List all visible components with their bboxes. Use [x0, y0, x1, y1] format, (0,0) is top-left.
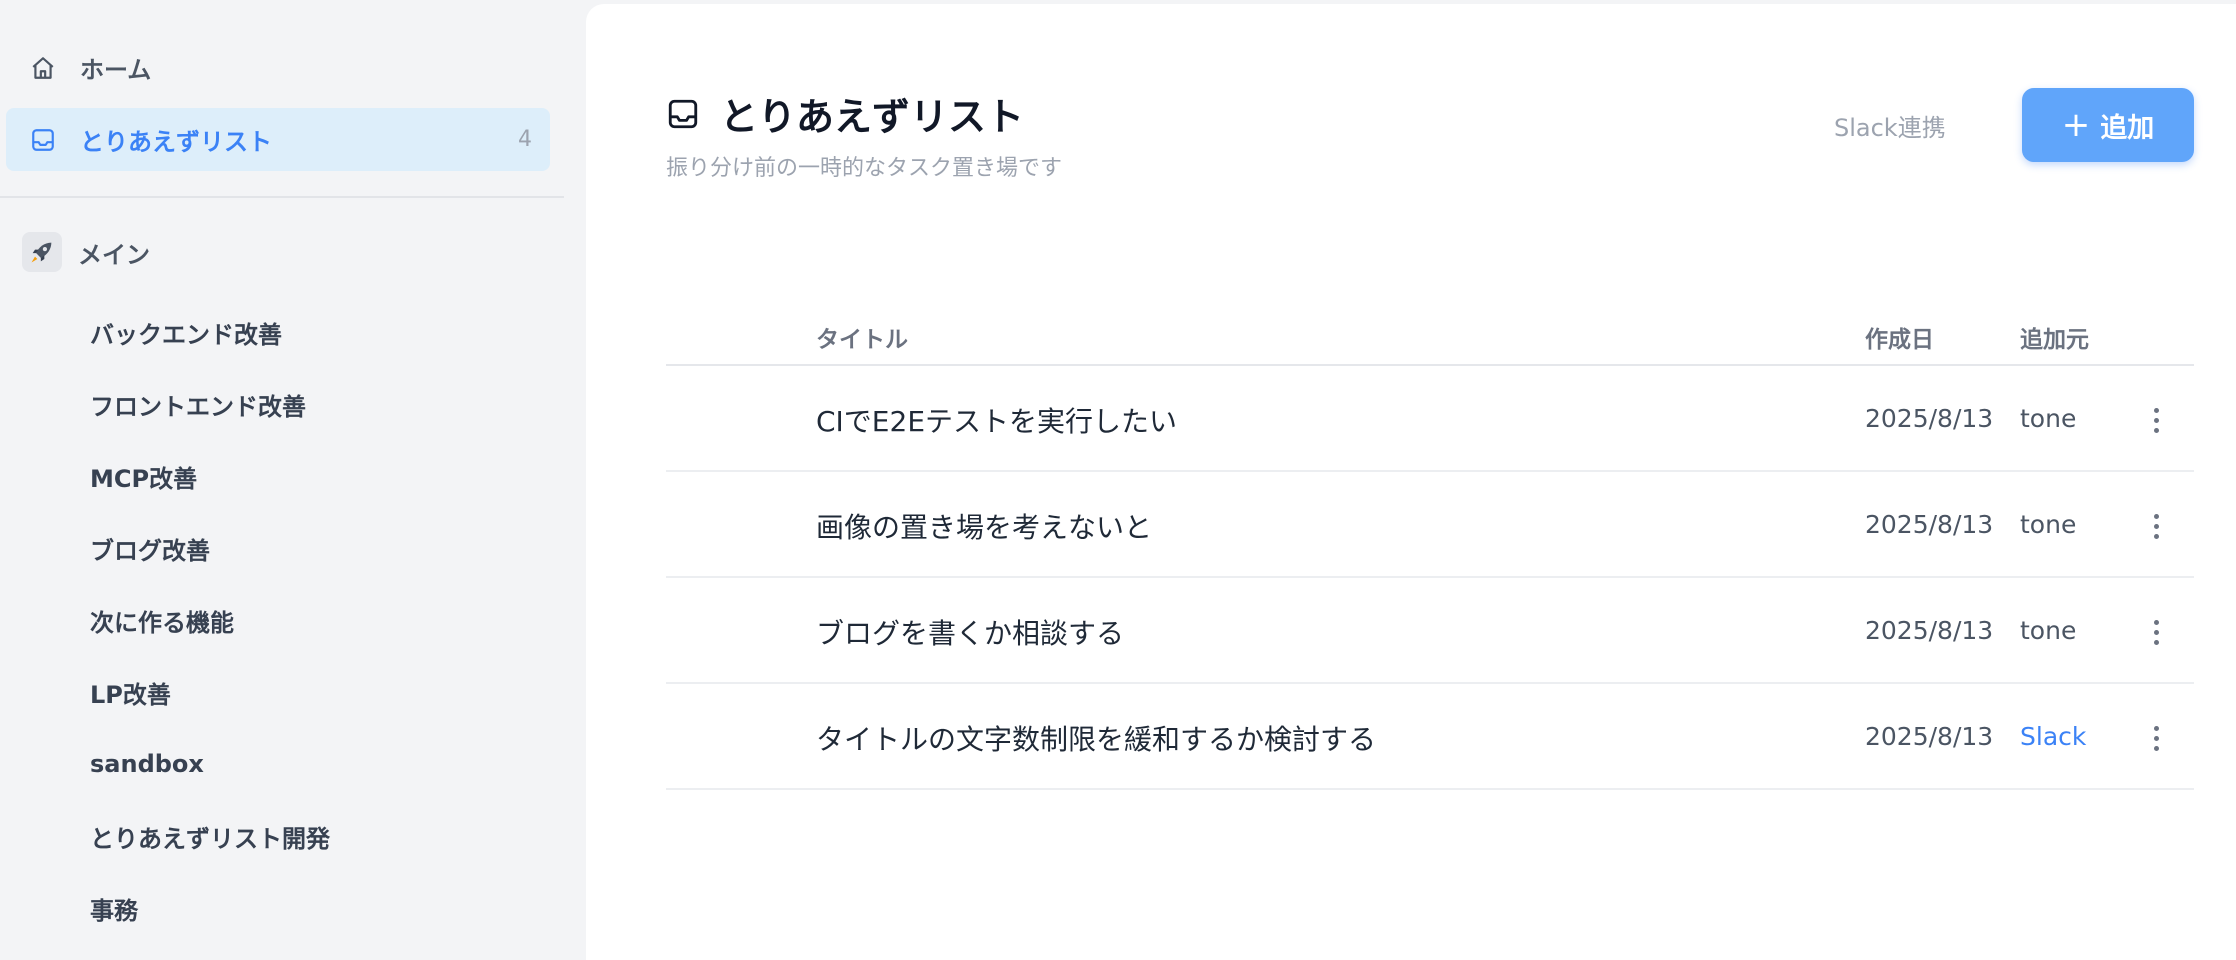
page-subtitle: 振り分け前の一時的なタスク置き場です: [666, 156, 1063, 181]
project-item[interactable]: 次に作る機能: [90, 584, 330, 656]
project-name: メイン: [78, 240, 150, 269]
main-panel: とりあえずリスト 振り分け前の一時的なタスク置き場です Slack連携 + 追加…: [586, 4, 2236, 960]
home-icon: [28, 53, 58, 83]
sidebar-item-inbox[interactable]: とりあえずリスト 4: [6, 108, 550, 171]
task-source-link[interactable]: Slack: [2020, 722, 2086, 751]
project-list: バックエンド改善 フロントエンド改善 MCP改善 ブログ改善 次に作る機能 LP…: [90, 296, 330, 944]
task-source: tone: [2020, 616, 2077, 645]
sidebar-item-label: とりあえずリスト: [80, 128, 272, 156]
project-item[interactable]: とりあえずリスト開発: [90, 800, 330, 872]
column-header-date: 作成日: [1865, 327, 1934, 353]
task-date: 2025/8/13: [1865, 404, 1994, 433]
task-source: tone: [2020, 404, 2077, 433]
more-menu-icon[interactable]: [2141, 718, 2171, 758]
task-title[interactable]: ブログを書くか相談する: [816, 612, 1124, 652]
inbox-icon: [28, 125, 58, 155]
task-table: タイトル 作成日 追加元 CIでE2Eテストを実行したい 2025/8/13 t…: [666, 310, 2194, 790]
project-item[interactable]: LP改善: [90, 656, 330, 728]
project-item[interactable]: MCP改善: [90, 440, 330, 512]
page-header: とりあえずリスト: [666, 86, 1024, 141]
project-item[interactable]: sandbox: [90, 728, 330, 800]
column-header-source: 追加元: [2020, 327, 2089, 353]
table-row[interactable]: ブログを書くか相談する 2025/8/13 tone: [666, 578, 2194, 684]
project-item[interactable]: バックエンド改善: [90, 296, 330, 368]
rocket-icon: [22, 232, 62, 272]
task-title[interactable]: タイトルの文字数制限を緩和するか検討する: [816, 718, 1376, 758]
plus-icon: +: [2061, 105, 2091, 145]
add-button-label: 追加: [2100, 112, 2155, 144]
project-item[interactable]: 事務: [90, 872, 330, 944]
task-title[interactable]: CIでE2Eテストを実行したい: [816, 400, 1177, 440]
item-count-badge: 4: [518, 127, 532, 152]
slack-integration-button[interactable]: Slack連携: [1834, 108, 1946, 143]
more-menu-icon[interactable]: [2141, 612, 2171, 652]
table-row[interactable]: CIでE2Eテストを実行したい 2025/8/13 tone: [666, 366, 2194, 472]
page-title: とりあえずリスト: [720, 95, 1025, 139]
task-date: 2025/8/13: [1865, 510, 1994, 539]
more-menu-icon[interactable]: [2141, 400, 2171, 440]
inbox-icon: [666, 97, 700, 131]
task-source: tone: [2020, 510, 2077, 539]
project-item[interactable]: ブログ改善: [90, 512, 330, 584]
table-row[interactable]: タイトルの文字数制限を緩和するか検討する 2025/8/13 Slack: [666, 684, 2194, 790]
table-row[interactable]: 画像の置き場を考えないと 2025/8/13 tone: [666, 472, 2194, 578]
task-title[interactable]: 画像の置き場を考えないと: [816, 506, 1152, 546]
sidebar-item-home[interactable]: ホーム: [6, 36, 550, 99]
more-menu-icon[interactable]: [2141, 506, 2171, 546]
sidebar: ホーム とりあえずリスト 4 メイン バックエンド改善 フロントエンド改善 MC…: [0, 0, 586, 960]
task-date: 2025/8/13: [1865, 722, 1994, 751]
column-header-title: タイトル: [816, 327, 908, 353]
project-item[interactable]: フロントエンド改善: [90, 368, 330, 440]
add-button[interactable]: + 追加: [2022, 88, 2194, 162]
sidebar-item-label: ホーム: [80, 56, 152, 84]
project-header[interactable]: メイン: [22, 232, 150, 272]
table-header: タイトル 作成日 追加元: [666, 310, 2194, 366]
sidebar-divider: [0, 196, 564, 198]
task-date: 2025/8/13: [1865, 616, 1994, 645]
